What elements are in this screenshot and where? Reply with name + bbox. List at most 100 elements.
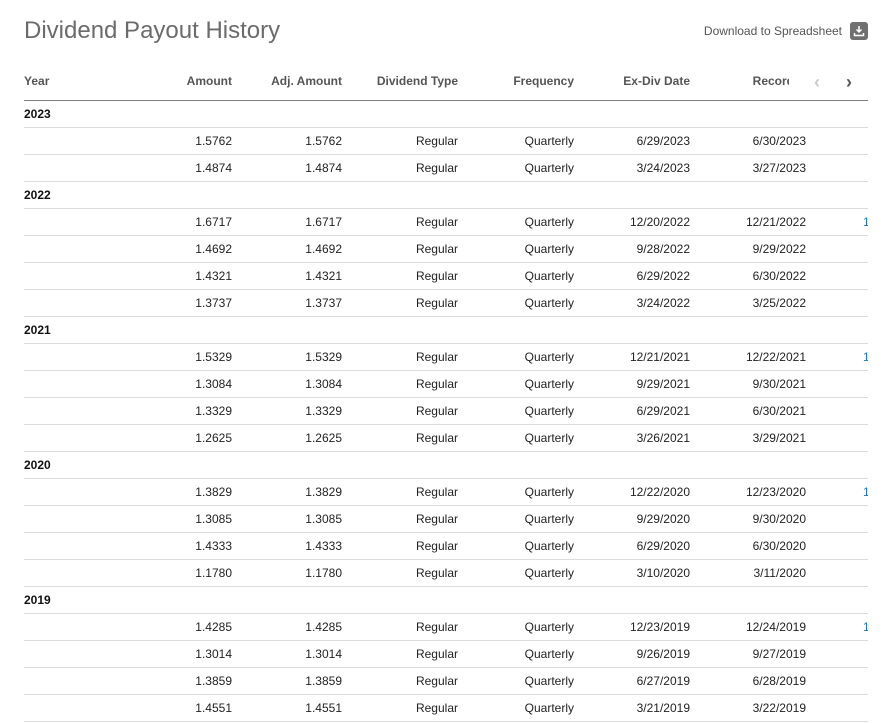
column-header-dividend-type[interactable]: Dividend Type <box>377 66 458 96</box>
adj-amount: 1.2625 <box>305 431 342 445</box>
ex-div-date: 9/29/2021 <box>636 377 690 391</box>
download-label: Download to Spreadsheet <box>703 24 842 38</box>
adj-amount: 1.3084 <box>305 377 342 391</box>
chevron-right-icon[interactable]: › <box>846 72 852 93</box>
frequency: Quarterly <box>524 620 574 634</box>
frequency: Quarterly <box>524 512 574 526</box>
amount: 1.3329 <box>195 404 232 418</box>
year-label: 2023 <box>24 107 51 121</box>
record-date: 6/30/2022 <box>752 269 806 283</box>
record-date: 3/29/2021 <box>752 431 806 445</box>
record-date: 3/25/2022 <box>752 296 806 310</box>
frequency: Quarterly <box>524 404 574 418</box>
adj-amount: 1.5329 <box>305 350 342 364</box>
ex-div-date: 6/29/2020 <box>636 539 690 553</box>
adj-amount: 1.4333 <box>305 539 342 553</box>
chevron-left-icon[interactable]: ‹ <box>814 72 820 93</box>
adj-amount: 1.4321 <box>305 269 342 283</box>
year-group-row: 2020 <box>24 452 868 479</box>
column-header-record-date[interactable]: Record D <box>753 66 789 96</box>
download-spreadsheet-button[interactable]: Download to Spreadsheet <box>704 22 868 40</box>
amount: 1.4551 <box>195 701 232 715</box>
ex-div-date: 9/29/2020 <box>636 512 690 526</box>
dividend-type: Regular <box>415 350 458 364</box>
adj-amount: 1.1780 <box>305 566 342 580</box>
year-group-row: 2019 <box>24 587 868 614</box>
dividend-type: Regular <box>415 242 458 256</box>
table-row: 1.6717 1.6717 Regular Quarterly 12/20/2022 12… <box>24 209 868 236</box>
frequency: Quarterly <box>524 296 574 310</box>
ex-div-date: 3/21/2019 <box>636 701 690 715</box>
frequency: Quarterly <box>524 431 574 445</box>
record-date: 12/22/2021 <box>745 350 806 364</box>
table-row: 1.3737 1.3737 Regular Quarterly 3/24/2022 3/2… <box>24 290 868 317</box>
adj-amount: 1.4551 <box>305 701 342 715</box>
year-label: 2019 <box>24 593 51 607</box>
adj-amount: 1.3085 <box>305 512 342 526</box>
ex-div-date: 3/24/2022 <box>636 296 690 310</box>
table-row: 1.3859 1.3859 Regular Quarterly 6/27/2019 6/2… <box>24 668 868 695</box>
dividend-type: Regular <box>415 512 458 526</box>
dividend-type: Regular <box>415 215 458 229</box>
ex-div-date: 9/28/2022 <box>636 242 690 256</box>
record-date: 12/21/2022 <box>745 215 806 229</box>
table-row: 1.3085 1.3085 Regular Quarterly 9/29/2020 9/3… <box>24 506 868 533</box>
amount: 1.2625 <box>195 431 232 445</box>
record-date: 6/30/2020 <box>752 539 806 553</box>
table-row: 1.3084 1.3084 Regular Quarterly 9/29/2021 9/3… <box>24 371 868 398</box>
amount: 1.3859 <box>195 674 232 688</box>
amount: 1.3085 <box>195 512 232 526</box>
column-header-ex-div-date[interactable]: Ex-Div Date <box>623 66 690 96</box>
frequency: Quarterly <box>524 377 574 391</box>
column-header-amount[interactable]: Amount <box>187 66 232 96</box>
dividend-type: Regular <box>415 701 458 715</box>
amount: 1.6717 <box>195 215 232 229</box>
amount: 1.3829 <box>195 485 232 499</box>
table-row: 1.4692 1.4692 Regular Quarterly 9/28/2022 9/2… <box>24 236 868 263</box>
frequency: Quarterly <box>524 485 574 499</box>
dividend-type: Regular <box>415 539 458 553</box>
frequency: Quarterly <box>524 215 574 229</box>
frequency: Quarterly <box>524 566 574 580</box>
ex-div-date: 9/26/2019 <box>636 647 690 661</box>
pay-date-partial: 1 <box>863 620 868 634</box>
table-row: 1.5329 1.5329 Regular Quarterly 12/21/2021 12… <box>24 344 868 371</box>
ex-div-date: 3/10/2020 <box>636 566 690 580</box>
column-header-year[interactable]: Year <box>24 66 49 96</box>
frequency: Quarterly <box>524 647 574 661</box>
column-header-adj-amount[interactable]: Adj. Amount <box>271 66 342 96</box>
column-header-frequency[interactable]: Frequency <box>513 66 574 96</box>
amount: 1.3084 <box>195 377 232 391</box>
ex-div-date: 12/21/2021 <box>629 350 690 364</box>
record-date: 12/23/2020 <box>745 485 806 499</box>
adj-amount: 1.5762 <box>305 134 342 148</box>
dividend-type: Regular <box>415 296 458 310</box>
record-date: 3/27/2023 <box>752 161 806 175</box>
ex-div-date: 6/27/2019 <box>636 674 690 688</box>
dividend-type: Regular <box>415 134 458 148</box>
adj-amount: 1.3829 <box>305 485 342 499</box>
ex-div-date: 3/26/2021 <box>636 431 690 445</box>
record-date: 6/28/2019 <box>752 674 806 688</box>
adj-amount: 1.6717 <box>305 215 342 229</box>
frequency: Quarterly <box>524 161 574 175</box>
dividend-type: Regular <box>415 485 458 499</box>
adj-amount: 1.3859 <box>305 674 342 688</box>
ex-div-date: 3/24/2023 <box>636 161 690 175</box>
adj-amount: 1.4692 <box>305 242 342 256</box>
amount: 1.4333 <box>195 539 232 553</box>
download-icon <box>850 22 868 40</box>
ex-div-date: 12/23/2019 <box>629 620 690 634</box>
table-row: 1.5762 1.5762 Regular Quarterly 6/29/2023 6/3… <box>24 128 868 155</box>
ex-div-date: 6/29/2023 <box>636 134 690 148</box>
page-title: Dividend Payout History <box>24 17 281 44</box>
table-row: 1.3014 1.3014 Regular Quarterly 9/26/2019 9/2… <box>24 641 868 668</box>
amount: 1.4321 <box>195 269 232 283</box>
dividend-type: Regular <box>415 620 458 634</box>
amount: 1.4692 <box>195 242 232 256</box>
adj-amount: 1.3329 <box>305 404 342 418</box>
record-date: 9/27/2019 <box>752 647 806 661</box>
record-date: 6/30/2023 <box>752 134 806 148</box>
frequency: Quarterly <box>524 242 574 256</box>
ex-div-date: 12/20/2022 <box>629 215 690 229</box>
